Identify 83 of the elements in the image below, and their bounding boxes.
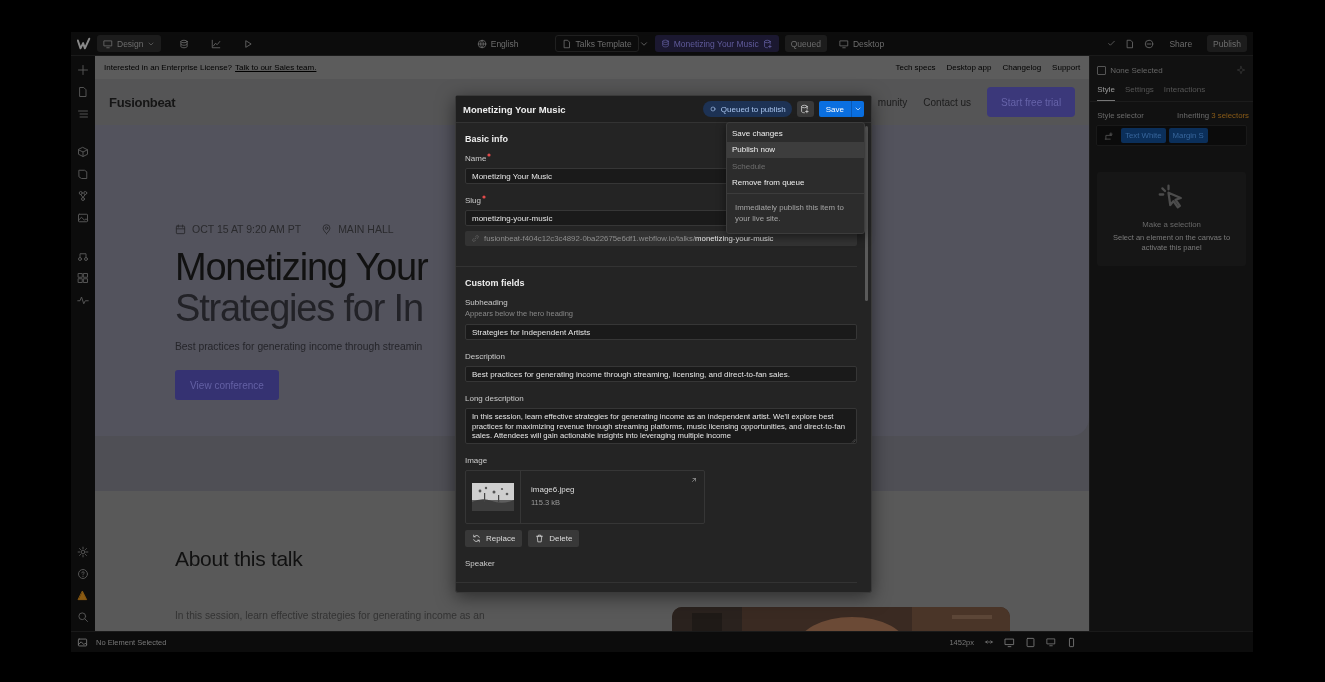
scrollbar[interactable] bbox=[865, 126, 868, 301]
field-label: Description bbox=[465, 352, 505, 361]
database-icon[interactable] bbox=[179, 38, 190, 49]
text-field[interactable]: Strategies for Independent Artists bbox=[465, 324, 857, 340]
warning-icon[interactable] bbox=[77, 590, 89, 601]
settings-icon[interactable] bbox=[77, 546, 89, 558]
publish-button[interactable]: Publish bbox=[1207, 35, 1247, 52]
dialog-title: Monetizing Your Music bbox=[463, 103, 566, 115]
location-icon bbox=[321, 223, 333, 235]
play-icon[interactable] bbox=[243, 38, 254, 49]
resize-grip-icon[interactable] bbox=[850, 437, 856, 443]
panel-tab[interactable]: Interactions bbox=[1163, 85, 1206, 101]
arrow-icon[interactable] bbox=[690, 476, 698, 484]
lines-icon[interactable] bbox=[77, 108, 89, 120]
cube-icon[interactable] bbox=[77, 146, 89, 158]
chart-icon[interactable] bbox=[211, 38, 222, 49]
sales-link[interactable]: Talk to our Sales team. bbox=[235, 63, 317, 72]
utility-link[interactable]: Tech specs bbox=[895, 63, 936, 72]
breakpoint-button[interactable]: Desktop bbox=[833, 35, 891, 52]
save-button[interactable]: Save bbox=[818, 101, 851, 117]
menu-item[interactable]: Save changes bbox=[727, 125, 864, 142]
page-icon bbox=[561, 38, 572, 49]
desktop-icon[interactable] bbox=[1004, 636, 1015, 648]
desktop-icon[interactable] bbox=[1046, 637, 1056, 647]
globe-icon bbox=[476, 38, 487, 49]
utility-link[interactable]: Desktop app bbox=[946, 63, 992, 72]
check-icon[interactable] bbox=[1107, 39, 1117, 48]
pulse-icon[interactable] bbox=[77, 294, 89, 306]
delete-button[interactable]: Delete bbox=[528, 530, 580, 547]
field-label: Subheading bbox=[465, 298, 508, 307]
field-label: Speaker bbox=[465, 559, 495, 568]
logo-icon[interactable] bbox=[77, 36, 91, 51]
database-plus-icon bbox=[762, 38, 773, 49]
help-icon[interactable] bbox=[77, 568, 89, 580]
utility-link[interactable]: Changelog bbox=[1002, 63, 1042, 72]
trash-icon bbox=[535, 534, 545, 543]
status-badge[interactable]: Queued bbox=[784, 35, 827, 52]
text-field[interactable]: Best practices for generating income through streaming, licensing, and direct-to-fan sales. bbox=[465, 366, 857, 382]
phone-icon[interactable] bbox=[1066, 636, 1077, 648]
desktop-icon bbox=[839, 38, 849, 49]
field-label: Name bbox=[465, 154, 487, 163]
plus-icon[interactable] bbox=[77, 64, 89, 76]
share-button[interactable]: Share bbox=[1163, 35, 1199, 52]
section-title: Basic info bbox=[465, 134, 508, 144]
announcement-text: Interested in an Enterprise License? bbox=[104, 63, 233, 72]
refresh-icon bbox=[472, 534, 481, 543]
replace-button[interactable]: Replace bbox=[465, 530, 523, 547]
database-icon bbox=[660, 39, 670, 48]
status-pill[interactable]: Queued to publish bbox=[702, 101, 792, 117]
nodes-icon[interactable] bbox=[77, 190, 89, 202]
circle-icon bbox=[708, 105, 717, 113]
section-heading: About this talk bbox=[175, 547, 303, 571]
mode-dropdown[interactable]: Design bbox=[97, 35, 162, 52]
resize-icon[interactable] bbox=[984, 637, 994, 647]
field-label: Slug bbox=[465, 196, 481, 205]
file-name: image6.jpeg bbox=[531, 485, 575, 494]
desktop-icon bbox=[103, 38, 113, 49]
field-label: Image bbox=[465, 456, 488, 465]
locale-button[interactable]: English bbox=[470, 35, 525, 52]
calendar-icon bbox=[175, 223, 186, 235]
caret-icon bbox=[854, 105, 862, 113]
section-title: Custom fields bbox=[465, 278, 525, 288]
panel-tab[interactable]: Style bbox=[1097, 85, 1115, 101]
brand-logo[interactable]: Fusionbeat bbox=[109, 94, 176, 110]
database-plus-button[interactable] bbox=[796, 101, 814, 117]
tablet-icon[interactable] bbox=[1025, 636, 1036, 648]
page-icon[interactable] bbox=[77, 86, 89, 98]
link-icon bbox=[471, 234, 480, 243]
selection-label: None Selected bbox=[1110, 65, 1163, 75]
flow-icon[interactable] bbox=[77, 250, 89, 262]
page-selector[interactable]: Talks Template bbox=[554, 35, 639, 52]
utility-link[interactable]: Support bbox=[1052, 63, 1081, 72]
page-icon[interactable] bbox=[1125, 38, 1136, 49]
cms-item-button[interactable]: Monetizing Your Music bbox=[654, 35, 779, 52]
selection-icon[interactable] bbox=[77, 636, 88, 648]
selector-icon[interactable] bbox=[1104, 130, 1115, 141]
checkbox[interactable] bbox=[1097, 65, 1107, 75]
image-icon[interactable] bbox=[77, 212, 89, 224]
search-icon[interactable] bbox=[77, 611, 89, 623]
field-label: Long description bbox=[465, 394, 524, 403]
grid-icon[interactable] bbox=[77, 272, 89, 284]
database-plus-icon bbox=[800, 104, 811, 114]
menu-item[interactable]: Publish now bbox=[727, 141, 864, 158]
